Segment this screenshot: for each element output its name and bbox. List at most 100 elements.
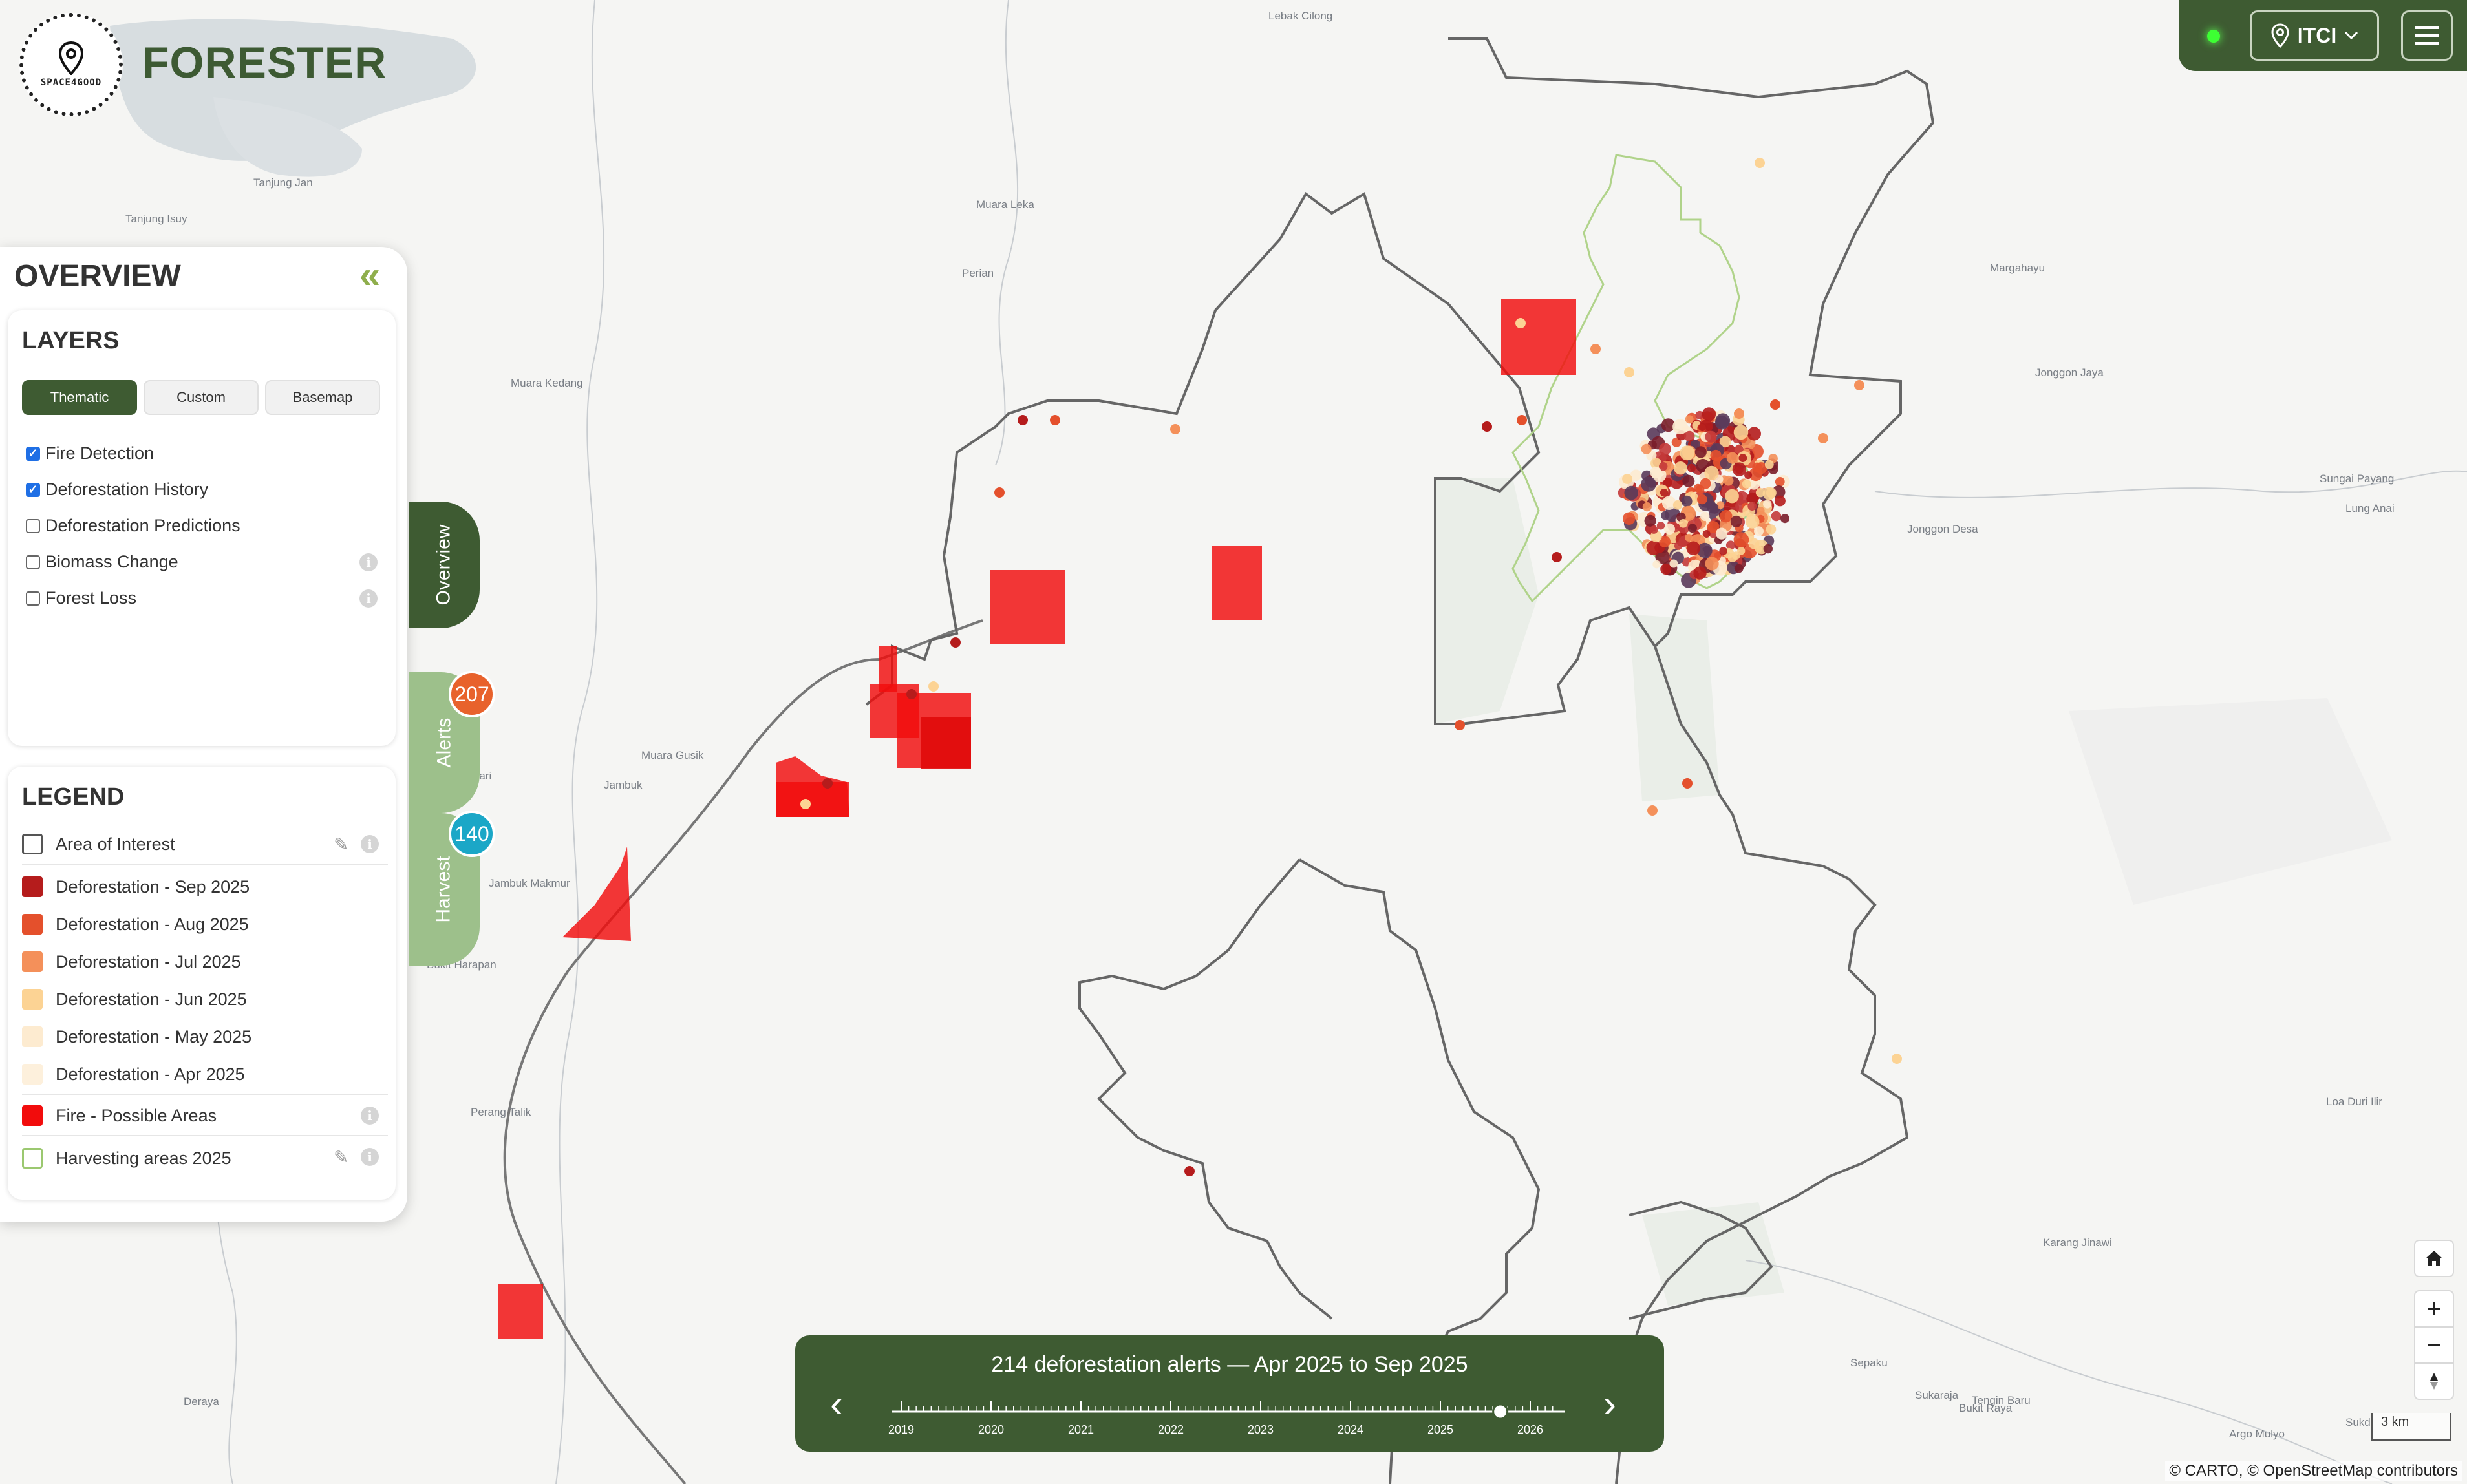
alert-point[interactable] — [1681, 495, 1693, 507]
tab-custom[interactable]: Custom — [144, 380, 259, 415]
alert-point[interactable] — [1700, 511, 1710, 521]
alert-point[interactable] — [1854, 380, 1864, 390]
alert-point[interactable] — [1682, 778, 1693, 789]
alert-point[interactable] — [1644, 514, 1656, 527]
alert-point[interactable] — [1674, 542, 1683, 550]
alert-point[interactable] — [1552, 552, 1562, 562]
timeline-slider[interactable]: 2019 2020 2021 2022 2023 2024 2025 2026 — [795, 1335, 1664, 1452]
tab-overview[interactable]: Overview — [409, 502, 480, 628]
checkbox-unchecked[interactable] — [26, 591, 40, 606]
alert-point[interactable] — [1892, 1054, 1902, 1064]
alert-point[interactable] — [1705, 556, 1719, 571]
timeline-handle[interactable] — [1492, 1403, 1509, 1420]
alert-point[interactable] — [1732, 462, 1747, 476]
edit-icon[interactable]: ✎ — [334, 835, 353, 854]
alert-point[interactable] — [1707, 502, 1718, 514]
layer-deforestation-history[interactable]: ✓ Deforestation History — [26, 480, 208, 500]
info-icon[interactable]: i — [361, 835, 379, 853]
alert-point[interactable] — [1745, 514, 1760, 529]
alert-point[interactable] — [1652, 560, 1661, 569]
alert-point[interactable] — [1672, 419, 1688, 435]
alert-point[interactable] — [1623, 512, 1636, 525]
checkbox-checked[interactable]: ✓ — [26, 482, 40, 497]
alert-point[interactable] — [800, 799, 811, 809]
alert-point[interactable] — [1656, 522, 1665, 530]
alert-point[interactable] — [1622, 474, 1632, 484]
alert-point[interactable] — [1641, 476, 1656, 492]
alert-point[interactable] — [1697, 494, 1707, 505]
alert-point[interactable] — [1766, 487, 1777, 498]
alert-point[interactable] — [1770, 399, 1780, 410]
checkbox-unchecked[interactable] — [26, 518, 40, 533]
checkbox-unchecked[interactable] — [26, 555, 40, 569]
alert-point[interactable] — [1694, 446, 1707, 458]
layer-forest-loss[interactable]: Forest Loss — [26, 588, 136, 608]
alert-point[interactable] — [1678, 519, 1688, 528]
alert-point[interactable] — [1738, 454, 1747, 462]
alert-point[interactable] — [1650, 467, 1661, 478]
info-icon[interactable]: i — [359, 589, 378, 608]
alert-point[interactable] — [1624, 485, 1638, 500]
alert-point[interactable] — [1641, 443, 1652, 454]
alert-point[interactable] — [1170, 424, 1180, 434]
alert-point[interactable] — [1674, 461, 1687, 475]
alert-point[interactable] — [1687, 463, 1696, 472]
alert-point[interactable] — [1763, 500, 1772, 509]
alert-point[interactable] — [906, 689, 917, 699]
alert-point[interactable] — [1723, 475, 1734, 486]
alert-point[interactable] — [1702, 407, 1716, 421]
alert-point[interactable] — [994, 487, 1005, 498]
alert-point[interactable] — [928, 681, 939, 692]
alert-point[interactable] — [1698, 423, 1707, 432]
alert-point[interactable] — [1747, 502, 1757, 511]
alert-point[interactable] — [1660, 563, 1672, 575]
alert-point[interactable] — [1647, 805, 1658, 816]
alert-point[interactable] — [1755, 488, 1766, 498]
alert-point[interactable] — [1482, 421, 1492, 432]
zoom-out-button[interactable] — [2414, 1326, 2454, 1364]
region-selector[interactable]: ITCI — [2250, 10, 2379, 61]
alert-point[interactable] — [1725, 489, 1739, 504]
alert-point[interactable] — [1642, 502, 1652, 512]
alert-point[interactable] — [1659, 443, 1671, 456]
alert-point[interactable] — [1752, 462, 1762, 473]
alert-point[interactable] — [1775, 477, 1785, 487]
alert-point[interactable] — [1742, 479, 1751, 489]
alert-point[interactable] — [1733, 532, 1749, 547]
alert-point[interactable] — [1715, 413, 1731, 428]
alert-point[interactable] — [1682, 474, 1695, 487]
alert-point[interactable] — [1685, 533, 1693, 542]
alert-point[interactable] — [1700, 478, 1711, 489]
alert-point[interactable] — [1704, 465, 1719, 481]
alert-point[interactable] — [1733, 425, 1749, 440]
alert-point[interactable] — [1710, 449, 1722, 461]
alert-point[interactable] — [1702, 530, 1711, 538]
alert-point[interactable] — [1766, 524, 1777, 535]
edit-icon[interactable]: ✎ — [334, 1148, 353, 1167]
alert-point[interactable] — [1663, 523, 1675, 535]
alert-point[interactable] — [1705, 430, 1717, 443]
layer-biomass-change[interactable]: Biomass Change — [26, 552, 178, 572]
tab-basemap[interactable]: Basemap — [265, 380, 380, 415]
alert-point[interactable] — [1818, 433, 1828, 443]
alert-point[interactable] — [1748, 538, 1760, 549]
checkbox-checked[interactable]: ✓ — [26, 446, 40, 461]
compass-button[interactable] — [2414, 1362, 2454, 1400]
alert-point[interactable] — [1734, 408, 1744, 419]
alert-point[interactable] — [1771, 511, 1782, 522]
info-icon[interactable]: i — [359, 553, 378, 571]
home-button[interactable] — [2414, 1240, 2454, 1277]
alert-point[interactable] — [1764, 460, 1774, 469]
alert-point[interactable] — [1693, 566, 1707, 580]
alert-point[interactable] — [1686, 541, 1700, 555]
alert-point[interactable] — [1755, 158, 1765, 168]
alert-point[interactable] — [1687, 524, 1697, 533]
alert-point[interactable] — [1590, 344, 1601, 354]
alert-point[interactable] — [1050, 415, 1060, 425]
tab-thematic[interactable]: Thematic — [22, 380, 137, 415]
alert-point[interactable] — [1680, 445, 1695, 461]
alert-point[interactable] — [1730, 515, 1742, 527]
alert-point[interactable] — [1731, 551, 1740, 560]
alert-point[interactable] — [1517, 415, 1527, 425]
alert-point[interactable] — [1734, 564, 1744, 573]
